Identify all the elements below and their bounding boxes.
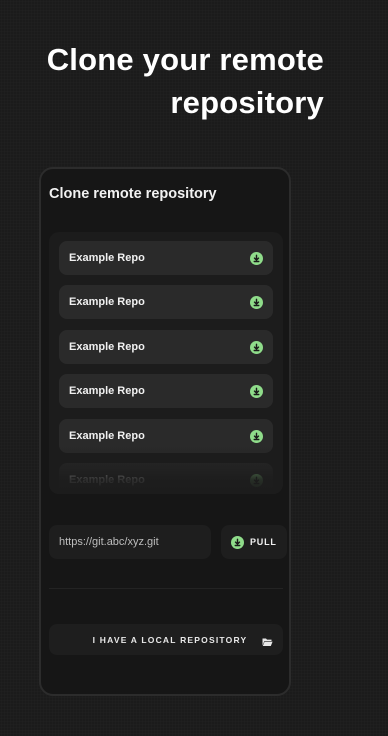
repo-name: Example Repo <box>69 252 145 264</box>
headline-line-2: repository <box>170 85 324 120</box>
download-icon[interactable] <box>250 295 263 309</box>
repo-item[interactable]: Example Repo <box>59 374 273 408</box>
screen-title: Clone remote repository <box>49 186 217 202</box>
repo-item[interactable]: Example Repo <box>59 285 273 319</box>
repo-list[interactable]: Example Repo Example Repo Example Repo E… <box>49 232 283 494</box>
phone-frame: Clone remote repository Example Repo Exa… <box>39 167 291 696</box>
repo-item[interactable]: Example Repo <box>59 330 273 364</box>
download-icon[interactable] <box>250 429 263 443</box>
repo-name: Example Repo <box>69 341 145 353</box>
repo-url-input[interactable] <box>49 525 211 559</box>
download-icon <box>231 535 244 549</box>
repo-name: Example Repo <box>69 385 145 397</box>
download-icon[interactable] <box>250 340 263 354</box>
download-icon[interactable] <box>250 384 263 398</box>
repo-name: Example Repo <box>69 296 145 308</box>
repo-item[interactable]: Example Repo <box>59 463 273 494</box>
local-repository-button[interactable]: I HAVE A LOCAL REPOSITORY <box>49 624 283 655</box>
local-repository-label: I HAVE A LOCAL REPOSITORY <box>92 634 248 645</box>
repo-item[interactable]: Example Repo <box>59 241 273 275</box>
download-icon[interactable] <box>250 251 263 265</box>
divider <box>49 588 283 589</box>
repo-name: Example Repo <box>69 430 145 442</box>
folder-open-icon <box>262 634 273 646</box>
download-icon[interactable] <box>250 473 263 487</box>
pull-button-label: PULL <box>250 537 277 547</box>
headline-line-1: Clone your remote <box>46 42 324 77</box>
headline: Clone your remote repository <box>0 38 388 124</box>
pull-button[interactable]: PULL <box>221 525 287 559</box>
repo-item[interactable]: Example Repo <box>59 419 273 453</box>
repo-name: Example Repo <box>69 474 145 486</box>
